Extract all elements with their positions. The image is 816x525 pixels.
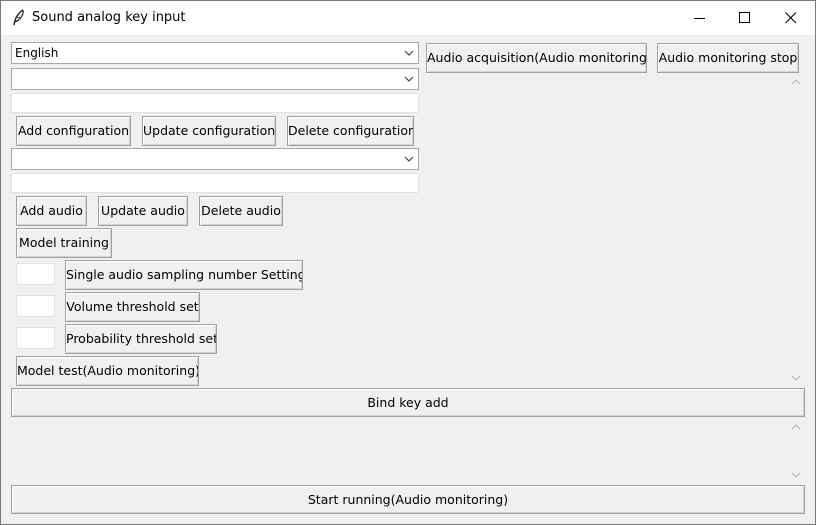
sampling-settings-button[interactable]: Single audio sampling number Settings: [65, 260, 303, 290]
delete-configuration-button[interactable]: Delete configuration: [287, 116, 414, 146]
update-audio-button[interactable]: Update audio: [98, 196, 188, 226]
config-select[interactable]: [11, 68, 419, 90]
feather-icon: [11, 9, 27, 27]
update-configuration-button[interactable]: Update configuration: [142, 116, 276, 146]
minimize-icon: [694, 18, 705, 19]
maximize-icon: [739, 12, 750, 23]
minimize-button[interactable]: [677, 1, 723, 35]
delete-audio-button[interactable]: Delete audio: [199, 196, 283, 226]
key-list-area[interactable]: [426, 75, 788, 385]
close-button[interactable]: [768, 1, 814, 35]
chevron-down-icon: [404, 50, 414, 56]
audio-acquisition-button[interactable]: Audio acquisition(Audio monitoring): [426, 43, 647, 73]
maximize-button[interactable]: [722, 1, 768, 35]
model-training-button[interactable]: Model training: [16, 228, 112, 258]
volume-threshold-input[interactable]: [16, 295, 55, 317]
scroll-down-icon[interactable]: [791, 472, 801, 479]
main-content: English Add configuration Update configu…: [1, 35, 815, 524]
scroll-up-icon[interactable]: [791, 78, 801, 85]
sampling-number-input[interactable]: [16, 263, 55, 285]
bind-key-add-button[interactable]: Bind key add: [11, 388, 805, 417]
language-select-value: English: [15, 46, 59, 60]
start-running-button[interactable]: Start running(Audio monitoring): [11, 485, 805, 514]
add-configuration-button[interactable]: Add configuration: [16, 116, 131, 146]
probability-threshold-button[interactable]: Probability threshold set: [65, 324, 217, 354]
audio-name-input[interactable]: [11, 173, 419, 193]
chevron-down-icon: [404, 156, 414, 162]
audio-select[interactable]: [11, 148, 419, 170]
title-bar[interactable]: Sound analog key input: [1, 1, 815, 35]
chevron-down-icon: [404, 76, 414, 82]
audio-monitoring-stop-button[interactable]: Audio monitoring stop: [657, 43, 799, 73]
volume-threshold-button[interactable]: Volume threshold set: [65, 292, 200, 322]
add-audio-button[interactable]: Add audio: [16, 196, 87, 226]
probability-threshold-input[interactable]: [16, 327, 55, 349]
window-title: Sound analog key input: [32, 10, 186, 25]
log-area[interactable]: [11, 420, 788, 480]
model-test-button[interactable]: Model test(Audio monitoring): [16, 356, 199, 386]
config-name-input[interactable]: [11, 93, 419, 113]
scroll-down-icon[interactable]: [791, 375, 801, 382]
close-icon: [785, 12, 797, 24]
scroll-up-icon[interactable]: [791, 423, 801, 430]
language-select[interactable]: English: [11, 42, 419, 64]
app-window: Sound analog key input English Add confi…: [0, 0, 816, 525]
